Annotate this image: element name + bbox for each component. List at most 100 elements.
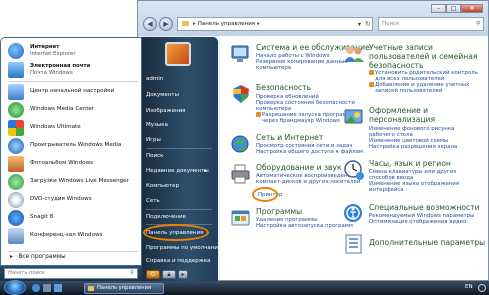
- divider: [146, 148, 212, 149]
- messenger-icon: [8, 174, 24, 190]
- category-link[interactable]: интерфейса: [369, 187, 404, 193]
- taskbar-task-control-panel[interactable]: Панель управления: [84, 283, 164, 294]
- shield-icon: [230, 83, 252, 105]
- task-label: Панель управления: [97, 285, 152, 291]
- item-title: Электронная почта: [30, 63, 91, 69]
- right-item-documents[interactable]: Документы: [146, 92, 214, 98]
- item-label: Фотоальбом Windows: [30, 160, 94, 166]
- right-item-pictures[interactable]: Изображения: [146, 108, 214, 114]
- chevron-right-icon: ▸: [193, 21, 196, 27]
- back-button[interactable]: ◀: [143, 17, 157, 31]
- forward-button[interactable]: ▶: [159, 17, 173, 31]
- category-title[interactable]: Часы, язык и регион: [369, 159, 451, 168]
- search-input[interactable]: Поиск ⚲: [378, 17, 484, 31]
- user-avatar[interactable]: [165, 42, 191, 66]
- printer-icon: [230, 163, 252, 185]
- category-appearance: Оформление и персонализация Изменение фо…: [343, 106, 489, 156]
- dropdown-icon[interactable]: ▾: [358, 21, 361, 28]
- address-bar[interactable]: ▸ Панель управления ▸: [177, 17, 373, 31]
- arrow-right-icon: ▸: [204, 168, 207, 174]
- divider: [8, 81, 138, 82]
- item-label: Центр начальной настройки: [30, 88, 115, 94]
- recent-item-photo-gallery[interactable]: Фотоальбом Windows: [8, 155, 140, 174]
- start-search-input[interactable]: Начать поиск ⚲: [4, 268, 138, 279]
- quick-launch-ie-icon[interactable]: [32, 284, 40, 292]
- item-subtitle: Internet Explorer: [30, 51, 76, 57]
- category-link[interactable]: Настройка автозапуска программ: [256, 223, 353, 229]
- category-title[interactable]: Безопасность: [256, 83, 311, 92]
- category-accessibility: Специальные возможности Рекомендуемый Wi…: [343, 203, 489, 229]
- firewall-icon: [256, 112, 261, 117]
- right-item-computer[interactable]: Компьютер: [146, 183, 214, 189]
- title-bar: – □ ✕ ◀ ▶ ▸ Панель управления ▸ ▾ ↻ Поиск …: [138, 1, 488, 36]
- item-label: Недавние документы: [146, 168, 209, 174]
- recent-item-media-center[interactable]: Windows Media Center: [8, 101, 140, 120]
- maximize-button[interactable]: □: [446, 4, 461, 13]
- category-link[interactable]: компьютера: [256, 65, 291, 71]
- category-title[interactable]: Учетные записи пользователей и семейная …: [369, 43, 487, 70]
- power-button[interactable]: ⏻: [146, 270, 160, 279]
- recent-item-live-messenger[interactable]: Загрузки Windows Live Messenger: [8, 173, 140, 192]
- item-label: DVD-студия Windows: [30, 196, 92, 202]
- right-item-connect-to[interactable]: Подключение: [146, 214, 214, 220]
- language-indicator[interactable]: EN: [465, 284, 473, 290]
- quick-launch-desktop-icon[interactable]: [43, 284, 51, 292]
- pinned-internet-item[interactable]: Интернет Internet Explorer: [8, 42, 140, 61]
- users-icon: [343, 43, 365, 65]
- recent-item-welcome-center[interactable]: Центр начальной настройки: [8, 83, 140, 102]
- right-item-help-support[interactable]: Справка и поддержка: [146, 258, 214, 264]
- quick-launch-switch-icon[interactable]: [54, 284, 62, 292]
- category-title[interactable]: Дополнительные параметры: [369, 238, 485, 247]
- recent-item-meeting-space[interactable]: Конференц-зал Windows: [8, 227, 140, 246]
- folder-icon: [88, 286, 94, 291]
- right-item-games[interactable]: Игры: [146, 137, 214, 143]
- category-link[interactable]: записей пользователей: [375, 88, 443, 94]
- category-title[interactable]: Программы: [256, 207, 302, 216]
- highlight-circle: [252, 187, 278, 202]
- category-link[interactable]: Настройка разрешения экрана: [369, 144, 457, 150]
- right-item-search[interactable]: Поиск: [146, 153, 214, 159]
- clock-icon: [343, 159, 365, 181]
- category-hardware-sound: Оборудование и звук Автоматическое воспр…: [230, 163, 360, 203]
- divider: [8, 251, 138, 252]
- category-link[interactable]: через брандмауэр Windows: [262, 118, 340, 124]
- category-link[interactable]: Оптимизация отображения видео: [369, 219, 466, 225]
- item-label: Конференц-зал Windows: [30, 232, 103, 238]
- meeting-space-icon: [8, 228, 24, 244]
- network-globe-icon: [230, 133, 252, 155]
- minimize-button[interactable]: –: [431, 4, 446, 13]
- accessibility-icon: [343, 203, 365, 225]
- arrow-right-icon: ▸: [10, 254, 13, 260]
- close-button[interactable]: ✕: [461, 4, 483, 13]
- divider: [146, 209, 212, 210]
- start-orb-button[interactable]: [4, 280, 26, 295]
- right-item-recent-documents[interactable]: Недавние документы ▸: [146, 168, 214, 174]
- search-placeholder: Поиск: [382, 21, 400, 27]
- recent-item-snagit[interactable]: Snagit 8: [8, 209, 140, 228]
- system-icon: [230, 43, 252, 65]
- item-label: Загрузки Windows Live Messenger: [30, 178, 129, 184]
- recent-item-windows-ultimate[interactable]: Windows Ultimate: [8, 119, 140, 138]
- category-title[interactable]: Оборудование и звук: [256, 163, 342, 172]
- lock-button[interactable]: 🔒︎: [162, 270, 176, 279]
- power-options-arrow[interactable]: ▸: [178, 270, 188, 279]
- right-item-default-programs[interactable]: Программы по умолчанию: [146, 245, 223, 251]
- recent-item-media-player[interactable]: Проигрыватель Windows Media: [8, 137, 140, 156]
- shield-small-icon: [369, 82, 374, 87]
- tray-icon[interactable]: [478, 284, 486, 292]
- recent-item-dvd-maker[interactable]: DVD-студия Windows: [8, 191, 140, 210]
- category-title[interactable]: Специальные возможности: [369, 203, 480, 212]
- breadcrumb[interactable]: Панель управления: [198, 21, 255, 27]
- right-item-network[interactable]: Сеть: [146, 198, 214, 204]
- taskbar: [0, 281, 489, 295]
- all-programs-button[interactable]: ▸ Все программы: [10, 254, 138, 264]
- refresh-icon[interactable]: ↻: [365, 20, 371, 28]
- category-title[interactable]: Оформление и персонализация: [369, 106, 487, 124]
- category-title[interactable]: Сеть и Интернет: [256, 133, 323, 142]
- right-item-admin[interactable]: admin: [146, 76, 214, 82]
- folder-icon: [182, 21, 189, 26]
- right-item-music[interactable]: Музыка: [146, 122, 214, 128]
- item-title: Интернет: [30, 44, 60, 50]
- item-label: Проигрыватель Windows Media: [30, 142, 122, 148]
- pinned-email-item[interactable]: Электронная почта Почта Windows: [8, 61, 140, 80]
